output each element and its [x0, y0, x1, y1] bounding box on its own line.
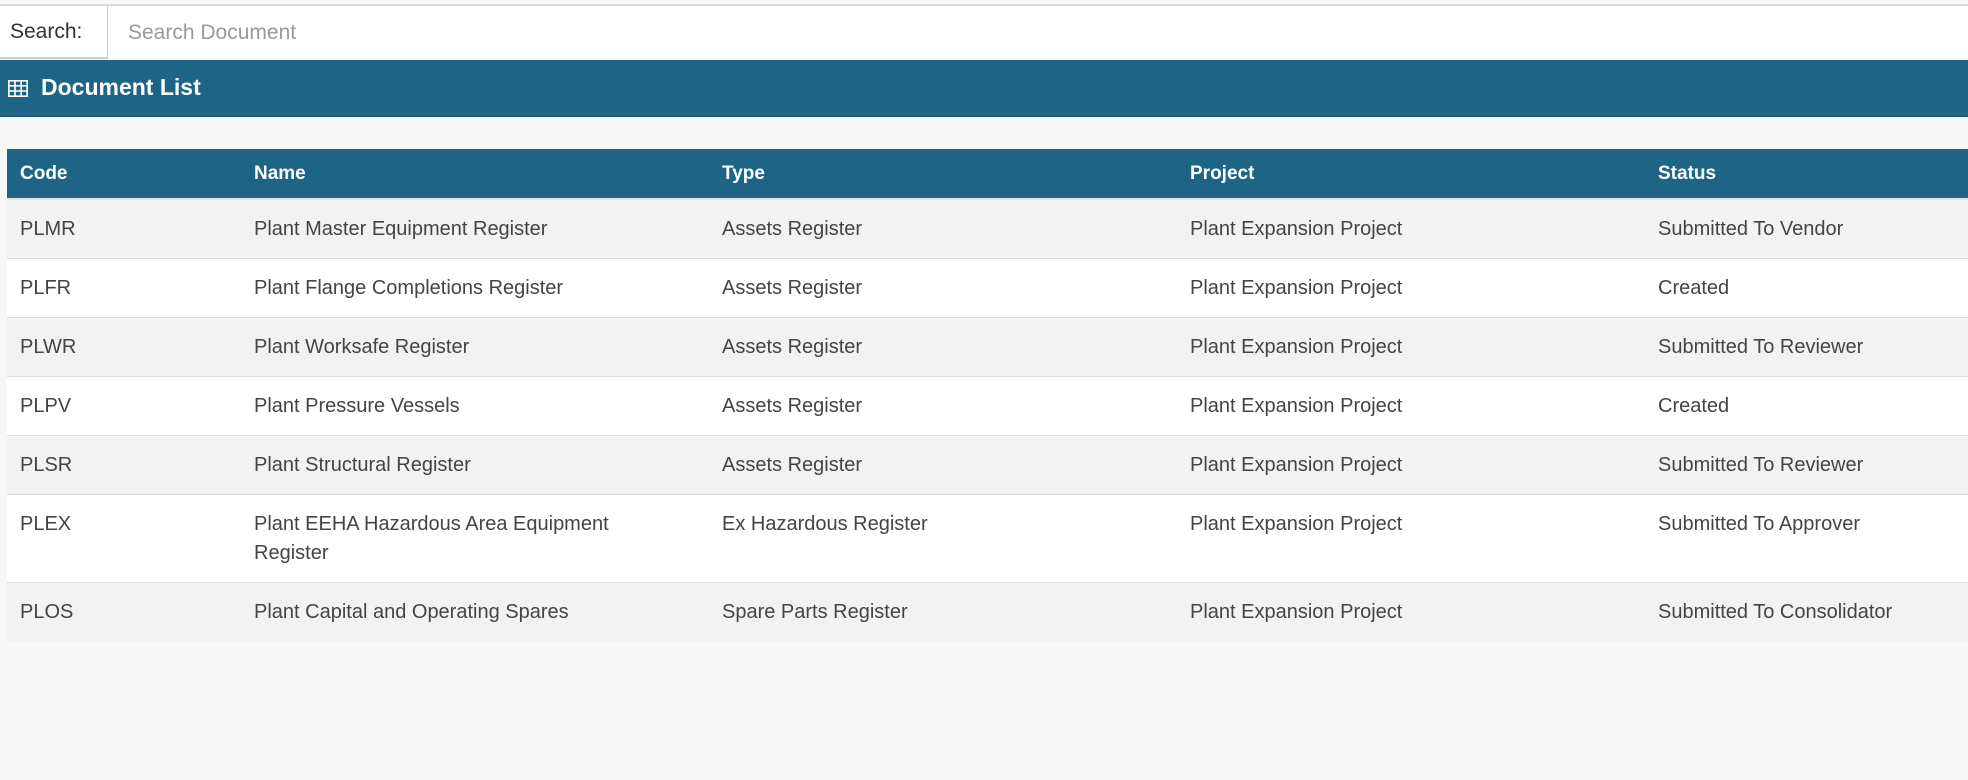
table-row[interactable]: PLPV Plant Pressure Vessels Assets Regis… — [7, 376, 1968, 436]
cell-project: Plant Expansion Project — [1177, 582, 1645, 641]
cell-project: Plant Expansion Project — [1177, 199, 1645, 259]
table-row[interactable]: PLSR Plant Structural Register Assets Re… — [7, 435, 1968, 495]
cell-type: Assets Register — [709, 376, 1177, 436]
cell-project: Plant Expansion Project — [1177, 317, 1645, 377]
cell-status: Submitted To Consolidator — [1645, 582, 1968, 641]
column-header-name[interactable]: Name — [241, 149, 709, 200]
cell-project: Plant Expansion Project — [1177, 376, 1645, 436]
cell-status: Created — [1645, 376, 1968, 436]
search-bar: Search: — [0, 6, 1968, 59]
cell-status: Submitted To Approver — [1645, 494, 1968, 583]
cell-name: Plant EEHA Hazardous Area Equipment Regi… — [241, 494, 709, 583]
cell-status: Submitted To Reviewer — [1645, 435, 1968, 495]
cell-status: Submitted To Reviewer — [1645, 317, 1968, 377]
column-header-code[interactable]: Code — [7, 149, 241, 200]
cell-name: Plant Worksafe Register — [241, 317, 709, 377]
column-header-status[interactable]: Status — [1645, 149, 1968, 200]
cell-status: Created — [1645, 258, 1968, 318]
cell-type: Spare Parts Register — [709, 582, 1177, 641]
cell-project: Plant Expansion Project — [1177, 435, 1645, 495]
cell-type: Assets Register — [709, 199, 1177, 259]
cell-project: Plant Expansion Project — [1177, 494, 1645, 583]
table-icon — [8, 80, 28, 97]
cell-code: PLWR — [7, 317, 241, 377]
document-table: Code Name Type Project Status PLMR Plant… — [7, 149, 1968, 641]
cell-status: Submitted To Vendor — [1645, 199, 1968, 259]
table-header-row: Code Name Type Project Status — [7, 149, 1968, 200]
cell-type: Ex Hazardous Register — [709, 494, 1177, 583]
cell-type: Assets Register — [709, 435, 1177, 495]
cell-name: Plant Pressure Vessels — [241, 376, 709, 436]
panel-title: Document List — [41, 74, 201, 100]
cell-code: PLMR — [7, 199, 241, 259]
search-label: Search: — [10, 20, 83, 43]
cell-code: PLOS — [7, 582, 241, 641]
cell-name: Plant Flange Completions Register — [241, 258, 709, 318]
table-row[interactable]: PLMR Plant Master Equipment Register Ass… — [7, 199, 1968, 259]
document-list-header: Document List — [0, 60, 1968, 117]
table-row[interactable]: PLFR Plant Flange Completions Register A… — [7, 258, 1968, 318]
table-row[interactable]: PLWR Plant Worksafe Register Assets Regi… — [7, 317, 1968, 377]
cell-code: PLEX — [7, 494, 241, 583]
cell-code: PLPV — [7, 376, 241, 436]
table-row[interactable]: PLEX Plant EEHA Hazardous Area Equipment… — [7, 494, 1968, 583]
column-header-type[interactable]: Type — [709, 149, 1177, 200]
search-input[interactable] — [107, 6, 1968, 59]
column-header-project[interactable]: Project — [1177, 149, 1645, 200]
cell-code: PLFR — [7, 258, 241, 318]
table-row[interactable]: PLOS Plant Capital and Operating Spares … — [7, 582, 1968, 641]
cell-type: Assets Register — [709, 258, 1177, 318]
cell-project: Plant Expansion Project — [1177, 258, 1645, 318]
cell-type: Assets Register — [709, 317, 1177, 377]
cell-code: PLSR — [7, 435, 241, 495]
cell-name: Plant Capital and Operating Spares — [241, 582, 709, 641]
cell-name: Plant Master Equipment Register — [241, 199, 709, 259]
cell-name: Plant Structural Register — [241, 435, 709, 495]
